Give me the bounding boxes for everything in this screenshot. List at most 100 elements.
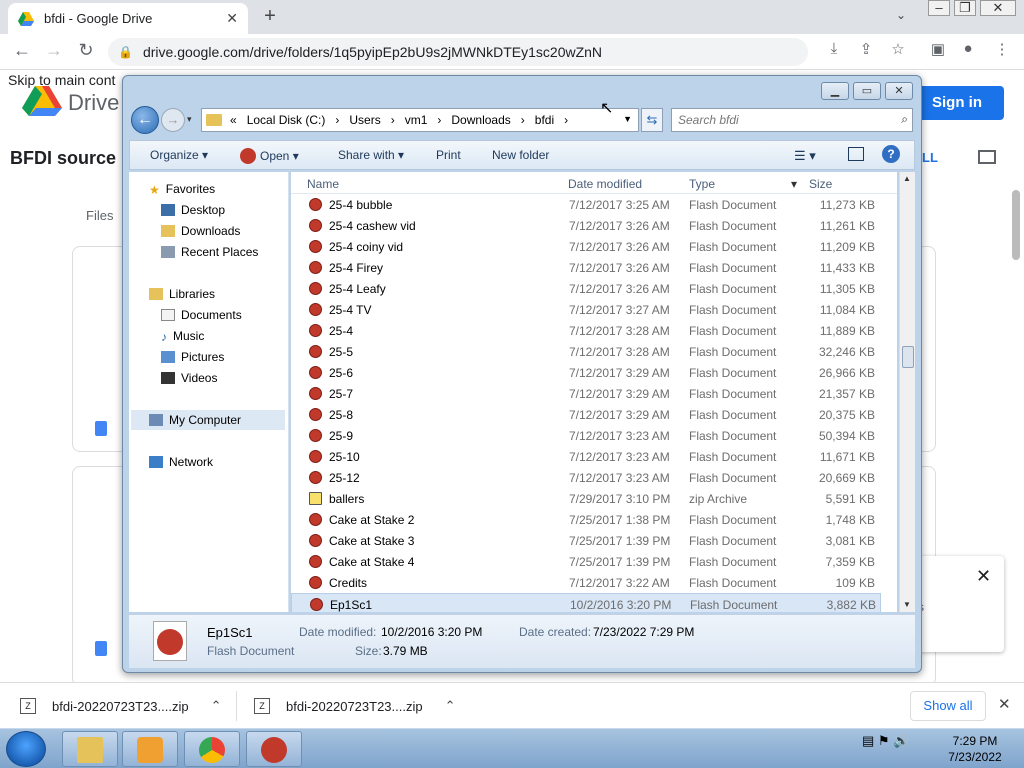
nav-favorites[interactable]: ★ Favorites [149,182,215,197]
share-icon[interactable]: ⇪ [856,40,876,58]
nav-libraries[interactable]: Libraries [149,287,215,301]
address-bar[interactable]: 🔒 drive.google.com/drive/folders/1q5pyip… [108,38,808,66]
nav-desktop[interactable]: Desktop [161,203,225,217]
breadcrumb-separator[interactable]: › [391,113,395,127]
file-row[interactable]: Credits 7/12/2017 3:22 AM Flash Document 10… [291,572,881,593]
explorer-minimize-button[interactable]: ▁ [821,82,849,100]
file-row[interactable]: 25-4 7/12/2017 3:28 AM Flash Document 11,88… [291,320,881,341]
taskbar-flash[interactable] [246,731,302,767]
download-item[interactable]: Z bfdi-20220723T23....zip ⌃ [254,683,456,729]
file-row[interactable]: Cake at Stake 3 7/25/2017 1:39 PM Flash Do… [291,530,881,551]
view-all-link[interactable]: LL [922,150,938,165]
refresh-icon[interactable]: ⇆ [641,108,663,132]
file-row[interactable]: Cake at Stake 4 7/25/2017 1:39 PM Flash Do… [291,551,881,572]
file-row[interactable]: 25-4 Firey 7/12/2017 3:26 AM Flash Documen… [291,257,881,278]
minimize-button[interactable]: – [928,0,950,16]
nav-music[interactable]: ♪ Music [161,329,204,344]
scroll-up-icon[interactable]: ▲ [903,174,911,183]
grid-view-icon[interactable] [978,150,996,164]
file-list-scrollbar[interactable]: ▲ ▼ [899,172,915,612]
file-row[interactable]: Cake at Stake 2 7/25/2017 1:38 PM Flash Do… [291,509,881,530]
system-tray[interactable]: ▤ ⚑ 🔊 [862,733,909,749]
forward-icon[interactable]: → [42,40,66,61]
close-window-button[interactable]: ✕ [980,0,1016,16]
file-row[interactable]: 25-9 7/12/2017 3:23 AM Flash Document 50,39… [291,425,881,446]
scrollbar-thumb[interactable] [902,346,914,368]
column-header-type[interactable]: Type [689,177,715,191]
scroll-down-icon[interactable]: ▼ [903,600,911,609]
taskbar-explorer[interactable] [62,731,118,767]
chevron-up-icon[interactable]: ⌃ [445,698,456,714]
flag-tray-icon[interactable]: ⚑ [878,733,890,748]
nav-videos[interactable]: Videos [161,371,217,385]
new-folder-button[interactable]: New folder [492,148,549,162]
network-tray-icon[interactable]: ▤ [862,733,874,748]
explorer-close-button[interactable]: ✕ [885,82,913,100]
close-icon[interactable]: ✕ [998,695,1011,713]
file-row[interactable]: Ep1Sc1 10/2/2016 3:20 PM Flash Document 3,8… [291,593,881,612]
help-icon[interactable]: ? [882,145,900,163]
nav-recent-places[interactable]: Recent Places [161,245,258,259]
menu-icon[interactable]: ⋮ [992,40,1012,58]
column-header-size[interactable]: Size [809,177,832,191]
share-with-button[interactable]: Share with ▾ [338,148,404,162]
new-tab-button[interactable]: + [260,5,280,28]
breadcrumb-item[interactable]: bfdi [535,113,554,127]
open-button[interactable]: Open ▾ [240,148,299,164]
breadcrumb-item[interactable]: Downloads [451,113,510,127]
breadcrumb-overflow[interactable]: « [230,113,237,127]
file-row[interactable]: 25-7 7/12/2017 3:29 AM Flash Document 21,35… [291,383,881,404]
start-button[interactable] [6,731,46,767]
breadcrumb-separator[interactable]: › [521,113,525,127]
volume-icon[interactable]: 🔊 [893,733,909,748]
profile-icon[interactable]: ● [958,40,978,57]
file-row[interactable]: 25-6 7/12/2017 3:29 AM Flash Document 26,96… [291,362,881,383]
view-options-icon[interactable]: ☰ ▾ [794,148,816,164]
sign-in-button[interactable]: Sign in [910,86,1004,120]
show-all-button[interactable]: Show all [910,691,986,721]
nav-documents[interactable]: Documents [161,308,242,322]
file-row[interactable]: 25-4 coiny vid 7/12/2017 3:26 AM Flash Doc… [291,236,881,257]
column-filter-icon[interactable]: ▾ [791,177,797,191]
address-dropdown-icon[interactable]: ▼ [623,114,632,124]
file-row[interactable]: 25-4 Leafy 7/12/2017 3:26 AM Flash Documen… [291,278,881,299]
download-icon[interactable]: ⤓ [824,40,844,57]
chevron-up-icon[interactable]: ⌃ [211,698,222,714]
nav-network[interactable]: Network [149,455,213,469]
taskbar-clock[interactable]: 7:29 PM 7/23/2022 [930,733,1020,765]
print-button[interactable]: Print [436,148,461,162]
file-row[interactable]: 25-4 bubble 7/12/2017 3:25 AM Flash Docume… [291,194,881,215]
column-header-name[interactable]: Name [307,177,339,191]
file-row[interactable]: 25-4 cashew vid 7/12/2017 3:26 AM Flash Do… [291,215,881,236]
taskbar-media-player[interactable] [122,731,178,767]
taskbar-chrome[interactable] [184,731,240,767]
side-panel-icon[interactable]: ▣ [928,40,948,58]
back-icon[interactable]: ← [10,40,34,61]
search-input[interactable]: Search bfdi ⌕ [671,108,913,132]
back-icon[interactable]: ← [131,106,159,134]
file-row[interactable]: ballers 7/29/2017 3:10 PM zip Archive 5,591… [291,488,881,509]
star-icon[interactable]: ☆ [888,40,908,58]
forward-icon[interactable]: → [161,108,185,132]
browser-tab[interactable]: bfdi - Google Drive ✕ [8,3,248,34]
explorer-address-bar[interactable]: « Local Disk (C:) › Users › vm1 › Downloads… [201,108,639,132]
breadcrumb-separator[interactable]: › [335,113,339,127]
close-tab-icon[interactable]: ✕ [226,10,238,27]
breadcrumb-item[interactable]: Local Disk (C:) [247,113,326,127]
column-header-date[interactable]: Date modified [568,177,642,191]
history-dropdown-icon[interactable]: ▾ [187,114,192,125]
organize-button[interactable]: Organize ▾ [150,148,208,162]
breadcrumb-separator[interactable]: › [437,113,441,127]
file-row[interactable]: 25-8 7/12/2017 3:29 AM Flash Document 20,37… [291,404,881,425]
breadcrumb-item[interactable]: vm1 [405,113,428,127]
nav-pictures[interactable]: Pictures [161,350,224,364]
download-item[interactable]: Z bfdi-20220723T23....zip ⌃ [20,683,222,729]
nav-downloads[interactable]: Downloads [161,224,240,238]
file-row[interactable]: 25-12 7/12/2017 3:23 AM Flash Document 20,6… [291,467,881,488]
reload-icon[interactable]: ↻ [74,40,98,61]
file-row[interactable]: 25-4 TV 7/12/2017 3:27 AM Flash Document 11… [291,299,881,320]
restore-button[interactable]: ❐ [954,0,976,16]
close-icon[interactable]: ✕ [976,566,991,587]
breadcrumb-separator[interactable]: › [564,113,568,127]
chevron-down-icon[interactable]: ⌄ [896,8,906,22]
